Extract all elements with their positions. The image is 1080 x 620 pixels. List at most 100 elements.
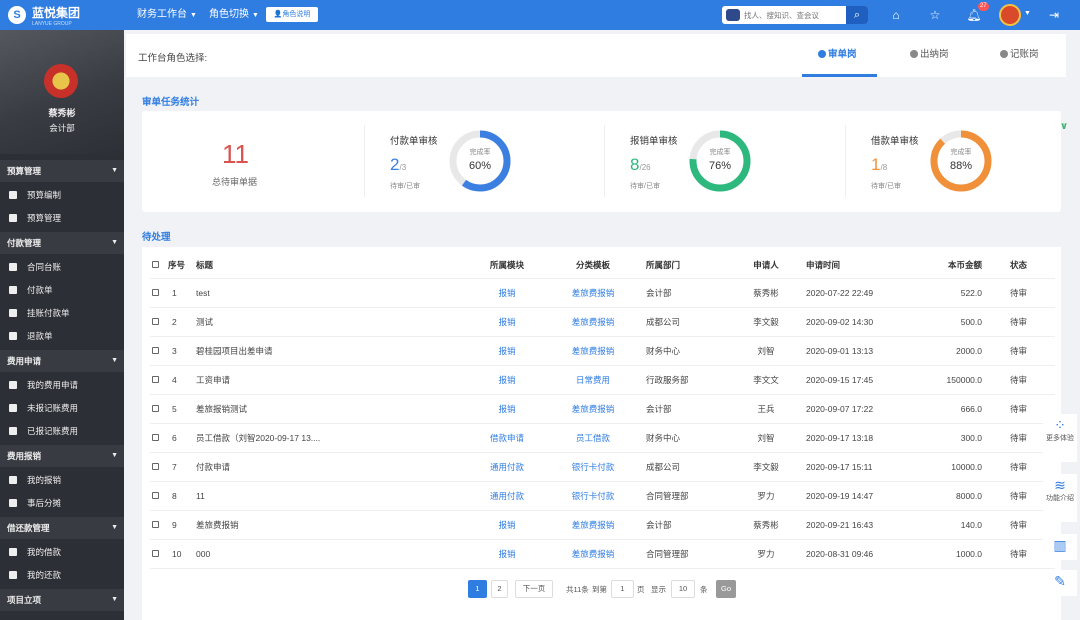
cell-template[interactable]: 员工借款 [548,423,638,453]
cell-dept: 行政服务部 [638,365,734,395]
assistant-icon[interactable] [726,9,740,21]
table-row[interactable]: 4 工资申请 报销 日常费用 行政服务部 李文文 2020-09-15 17:45 15000… [150,365,1055,395]
tab-role-auditor[interactable]: 审单岗 [818,47,857,63]
row-checkbox[interactable] [152,520,159,528]
sidebar-menu-item[interactable]: 我的报销 [0,469,124,491]
home-icon[interactable]: ⌂ [888,7,904,23]
audit-card-count: 2/3 [390,155,406,178]
star-icon[interactable]: ☆ [927,7,943,23]
menu-group[interactable]: 费用报销 ▼ [0,445,124,467]
cell-template[interactable]: 差旅费报销 [548,539,638,569]
role-select-label: 工作台角色选择: [138,53,208,64]
menu-group[interactable]: 付款管理 ▼ [0,232,124,254]
sidebar-menu-item[interactable]: 预算管理 [0,207,124,229]
table-row[interactable]: 1 test 报销 差旅费报销 会计部 蔡秀彬 2020-07-22 22:49 522.0 待… [150,278,1055,308]
sidebar-menu-item[interactable]: 我的费用申请 [0,374,124,396]
search-icon[interactable]: ⌕ [846,6,868,24]
page-size-input[interactable]: 10 [671,580,695,598]
cell-index: 6 [168,423,196,453]
sidebar-menu-item[interactable]: 我的还款 [0,564,124,586]
role-desc-button[interactable]: 👤角色说明 [266,7,318,22]
cell-module[interactable]: 报销 [466,394,548,424]
cell-module[interactable]: 通用付款 [466,481,548,511]
page-button[interactable]: 2 [491,580,508,598]
cell-dept: 会计部 [638,510,734,540]
tab-role-bookkeeper[interactable]: 记账岗 [1000,47,1039,63]
row-checkbox[interactable] [152,433,159,441]
table-row[interactable]: 10 000 报销 差旅费报销 合同管理部 罗力 2020-08-31 09:46 1000.… [150,539,1055,569]
row-checkbox[interactable] [152,346,159,354]
table-row[interactable]: 3 碧桂园项目出差申请 报销 差旅费报销 财务中心 刘智 2020-09-01 13:13 2… [150,336,1055,366]
row-checkbox[interactable] [152,462,159,470]
cell-time: 2020-08-31 09:46 [798,539,902,569]
cell-template[interactable]: 差旅费报销 [548,278,638,308]
feature-intro-button[interactable]: ≋ 功能介绍 [1043,474,1077,522]
table-row[interactable]: 5 差旅报销测试 报销 差旅费报销 会计部 王兵 2020-09-07 17:22 666.0… [150,394,1055,424]
edit-button[interactable]: ✎ [1043,570,1077,596]
table-row[interactable]: 6 员工借款（刘智2020-09-17 13.... 借款申请 员工借款 财务中心 刘智 2… [150,423,1055,453]
cell-template[interactable]: 银行卡付款 [548,481,638,511]
cell-template[interactable]: 差旅费报销 [548,336,638,366]
sidebar-menu-item-label: 合同台账 [27,262,62,272]
row-checkbox[interactable] [152,375,159,383]
cell-template[interactable]: 差旅费报销 [548,510,638,540]
collapse-chevron-icon[interactable]: ∨ [1060,121,1068,132]
go-button[interactable]: Go [716,580,736,598]
cell-module[interactable]: 报销 [466,365,548,395]
cell-module[interactable]: 报销 [466,336,548,366]
chart-button[interactable]: ▥ [1043,534,1077,560]
page-jump-input[interactable]: 1 [611,580,634,598]
table-row[interactable]: 9 差旅费报销 报销 差旅费报销 会计部 蔡秀彬 2020-09-21 16:43 140.0… [150,510,1055,540]
page-button[interactable]: 1 [468,580,487,598]
cell-module[interactable]: 报销 [466,307,548,337]
logout-icon[interactable]: ⇥ [1046,7,1062,23]
sidebar-menu-item[interactable]: 挂账付款单 [0,302,124,324]
menu-group[interactable]: 借还款管理 ▼ [0,517,124,539]
avatar[interactable] [999,4,1021,26]
search-input[interactable] [744,8,844,22]
cell-module[interactable]: 报销 [466,510,548,540]
completion-rate-value: 60% [468,160,492,172]
row-checkbox[interactable] [152,549,159,557]
cell-amount: 500.0 [902,307,982,337]
role-switch-menu[interactable]: 角色切换 ▼ [209,9,259,22]
workspace-menu[interactable]: 财务工作台 ▼ [137,9,197,22]
more-experience-button[interactable]: ⁘ 更多体验 [1043,414,1077,462]
cell-applicant: 罗力 [734,539,798,569]
cell-module[interactable]: 报销 [466,539,548,569]
sidebar-menu-item[interactable]: 已报记账费用 [0,420,124,442]
next-page-button[interactable]: 下一页 [515,580,553,598]
sidebar-menu-item[interactable]: 退款单 [0,325,124,347]
row-checkbox[interactable] [152,288,159,296]
cell-template[interactable]: 日常费用 [548,365,638,395]
col-status: 状态 [982,252,1055,279]
table-row[interactable]: 7 付款申请 通用付款 银行卡付款 成都公司 李文毅 2020-09-17 15:11 100… [150,452,1055,482]
chevron-down-icon[interactable]: ▼ [1024,10,1031,17]
sidebar-menu-item[interactable]: 我的借款 [0,541,124,563]
row-checkbox[interactable] [152,404,159,412]
menu-group[interactable]: 预算管理 ▼ [0,160,124,182]
table-row[interactable]: 2 测试 报销 差旅费报销 成都公司 李文毅 2020-09-02 14:30 500.0 待审 [150,307,1055,337]
cell-module[interactable]: 报销 [466,278,548,308]
cell-module[interactable]: 通用付款 [466,452,548,482]
menu-group[interactable]: 费用申请 ▼ [0,350,124,372]
sidebar-menu-item[interactable]: 事后分摊 [0,492,124,514]
row-checkbox[interactable] [152,491,159,499]
table-row[interactable]: 8 11 通用付款 银行卡付款 合同管理部 罗力 2020-09-19 14:47 8000.… [150,481,1055,511]
cell-template[interactable]: 差旅费报销 [548,307,638,337]
tab-role-cashier[interactable]: 出纳岗 [910,47,949,63]
cell-status: 待审 [982,278,1055,308]
user-dept: 会计部 [49,123,75,133]
sidebar-menu-item[interactable]: 付款单 [0,279,124,301]
sidebar-menu-item[interactable]: 未报记账费用 [0,397,124,419]
menu-group-label: 付款管理 [7,238,42,248]
brand-name: 蓝悦集团 [32,6,81,20]
cell-module[interactable]: 借款申请 [466,423,548,453]
cell-template[interactable]: 银行卡付款 [548,452,638,482]
sidebar-menu-item[interactable]: 预算编制 [0,184,124,206]
cell-template[interactable]: 差旅费报销 [548,394,638,424]
sidebar-menu-item[interactable]: 合同台账 [0,256,124,278]
row-checkbox[interactable] [152,317,159,325]
select-all-checkbox[interactable] [152,260,159,268]
menu-group[interactable]: 项目立项 ▼ [0,589,124,611]
